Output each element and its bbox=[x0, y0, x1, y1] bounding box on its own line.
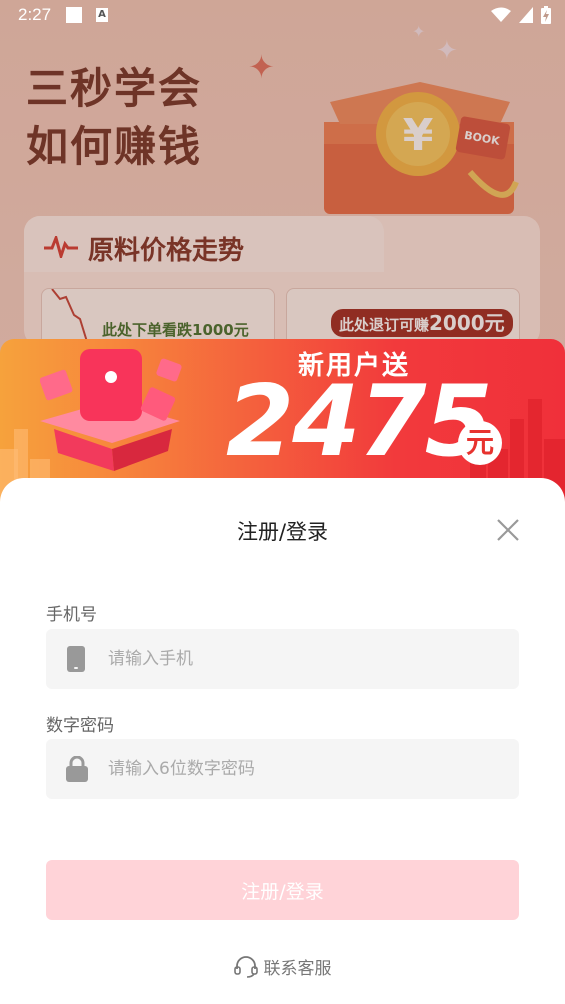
lock-icon bbox=[66, 756, 88, 782]
login-sheet: 注册/登录 手机号 数字密码 注册/登录 联系客服 bbox=[0, 478, 565, 1004]
notification-square-icon bbox=[66, 7, 82, 23]
wifi-icon bbox=[491, 7, 511, 22]
status-time: 2:27 bbox=[18, 5, 52, 24]
a-icon: A bbox=[96, 8, 108, 22]
status-icons bbox=[491, 6, 551, 24]
support-label: 联系客服 bbox=[263, 959, 332, 979]
headset-icon bbox=[233, 955, 258, 978]
phone-input[interactable] bbox=[108, 629, 508, 689]
phone-label: 手机号 bbox=[46, 605, 97, 625]
status-bar: 2:27 A bbox=[0, 0, 565, 32]
phone-field[interactable] bbox=[46, 629, 519, 689]
password-field[interactable] bbox=[46, 739, 519, 799]
signal-icon bbox=[519, 7, 533, 23]
phone-icon bbox=[67, 646, 85, 672]
red-envelope-gift-illustration bbox=[40, 349, 182, 471]
battery-icon bbox=[541, 6, 551, 24]
sheet-title: 注册/登录 bbox=[236, 520, 329, 544]
contact-support-link[interactable]: 联系客服 bbox=[0, 954, 565, 979]
banner-amount: 2475 bbox=[226, 365, 493, 479]
password-label: 数字密码 bbox=[46, 716, 114, 736]
register-login-button[interactable]: 注册/登录 bbox=[46, 860, 519, 920]
close-icon[interactable] bbox=[494, 516, 522, 544]
password-input[interactable] bbox=[108, 739, 508, 799]
currency-badge: 元 bbox=[458, 421, 502, 465]
